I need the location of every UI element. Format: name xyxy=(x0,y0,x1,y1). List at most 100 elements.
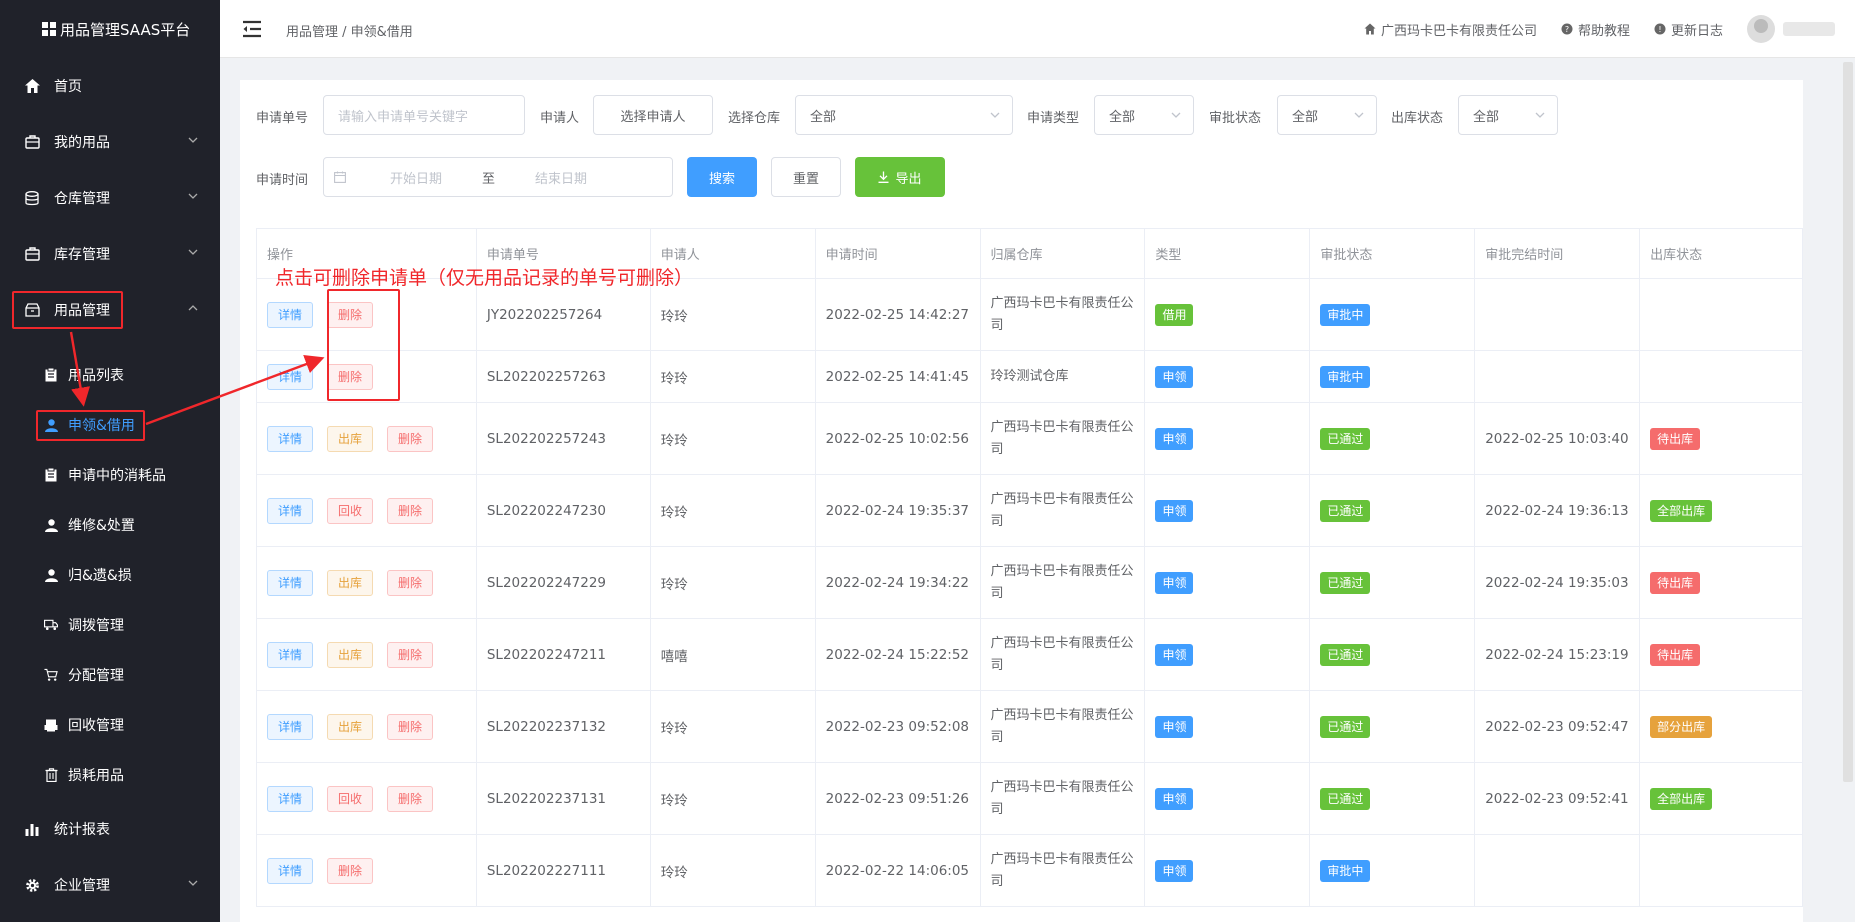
approval-status-tag: 已通过 xyxy=(1320,571,1371,594)
reset-button[interactable]: 重置 xyxy=(771,157,841,197)
date-range-picker[interactable]: 开始日期 至 结束日期 xyxy=(323,157,673,197)
actions-cell: 详情 出库 删除 xyxy=(257,403,477,474)
sidebar: 用品管理SAAS平台 首页 我的用品 仓库管理 库存管理 用品管理 用品列表 申… xyxy=(0,0,220,922)
application-no: SL202202247211 xyxy=(477,619,651,690)
outbound-button[interactable]: 出库 xyxy=(327,569,374,596)
select-value: 全部 xyxy=(810,109,837,125)
end-date-input[interactable]: 结束日期 xyxy=(535,168,587,187)
recycle-button[interactable]: 回收 xyxy=(327,497,374,524)
detail-button[interactable]: 详情 xyxy=(267,497,314,524)
type-tag: 申领 xyxy=(1155,715,1194,738)
approval-status-tag: 已通过 xyxy=(1320,787,1371,810)
menu-inventory[interactable]: 库存管理 xyxy=(0,234,220,274)
menu-label: 企业管理 xyxy=(54,878,110,894)
page-scrollbar[interactable] xyxy=(1843,62,1853,782)
menu-fold-icon[interactable] xyxy=(242,20,262,38)
chevron-down-icon xyxy=(990,112,1000,118)
submenu-label: 用品列表 xyxy=(68,368,124,384)
submenu-repair-disposal[interactable]: 维修&处置 xyxy=(0,507,220,543)
delete-button[interactable]: 删除 xyxy=(387,497,434,524)
warehouse: 广西玛卡巴卡有限责任公司 xyxy=(981,619,1146,690)
delete-button[interactable]: 删除 xyxy=(327,363,374,390)
delete-button[interactable]: 删除 xyxy=(327,857,374,884)
warehouse-select[interactable]: 全部 xyxy=(795,95,1013,135)
approval-done-time: 2022-02-23 09:52:47 xyxy=(1475,691,1641,762)
outbound-button[interactable]: 出库 xyxy=(327,713,374,740)
export-button[interactable]: 导出 xyxy=(855,157,945,197)
select-applicant-button[interactable]: 选择申请人 xyxy=(593,95,713,135)
submenu-worn-items[interactable]: 损耗用品 xyxy=(0,757,220,793)
submenu-return-loss[interactable]: 归&遗&损 xyxy=(0,557,220,593)
changelog-link[interactable]: ! 更新日志 xyxy=(1654,20,1723,39)
detail-button[interactable]: 详情 xyxy=(267,301,314,328)
applicant: 玲玲 xyxy=(651,403,816,474)
username-blurred[interactable] xyxy=(1783,22,1835,36)
table-row: 详情 出库 删除 SL202202237132 玲玲 2022-02-23 09:52:0… xyxy=(257,691,1803,763)
menu-statistics[interactable]: 统计报表 xyxy=(0,809,220,849)
outbound-cell: 待出库 xyxy=(1640,403,1803,474)
submenu-pending-consumables[interactable]: 申请中的消耗品 xyxy=(0,457,220,493)
delete-button[interactable]: 删除 xyxy=(387,713,434,740)
filter-label: 审批状态 xyxy=(1209,111,1262,126)
delete-button[interactable]: 删除 xyxy=(387,641,434,668)
approval-cell: 已通过 xyxy=(1310,691,1476,762)
menu-label: 我的用品 xyxy=(54,135,110,151)
actions-cell: 详情 删除 xyxy=(257,351,477,402)
delete-button[interactable]: 删除 xyxy=(387,425,434,452)
table-row: 详情 出库 删除 SL202202257243 玲玲 2022-02-25 10:02:5… xyxy=(257,403,1803,475)
approval-status-select[interactable]: 全部 xyxy=(1277,95,1377,135)
approval-done-time: 2022-02-23 09:52:41 xyxy=(1475,763,1641,834)
submenu-item-list[interactable]: 用品列表 xyxy=(0,357,220,393)
recycle-button[interactable]: 回收 xyxy=(327,785,374,812)
menu-home[interactable]: 首页 xyxy=(0,66,220,106)
search-button[interactable]: 搜索 xyxy=(687,157,757,197)
submenu-apply-borrow[interactable]: 申领&借用 xyxy=(0,407,220,443)
detail-button[interactable]: 详情 xyxy=(267,363,314,390)
approval-done-time: 2022-02-25 10:03:40 xyxy=(1475,403,1641,474)
clipboard-icon xyxy=(44,468,58,482)
outbound-button[interactable]: 出库 xyxy=(327,641,374,668)
delete-button[interactable]: 删除 xyxy=(387,785,434,812)
submenu-label: 损耗用品 xyxy=(68,768,124,784)
outbound-status-tag: 待出库 xyxy=(1650,427,1701,450)
menu-warehouse[interactable]: 仓库管理 xyxy=(0,178,220,218)
delete-button[interactable]: 删除 xyxy=(387,569,434,596)
avatar[interactable] xyxy=(1747,15,1775,43)
warehouse: 广西玛卡巴卡有限责任公司 xyxy=(981,763,1146,834)
menu-item-management[interactable]: 用品管理 xyxy=(0,290,220,330)
outbound-button[interactable]: 出库 xyxy=(327,425,374,452)
detail-button[interactable]: 详情 xyxy=(267,857,314,884)
start-date-input[interactable]: 开始日期 xyxy=(390,168,442,187)
detail-button[interactable]: 详情 xyxy=(267,785,314,812)
brand: 用品管理SAAS平台 xyxy=(0,0,220,58)
menu-my-items[interactable]: 我的用品 xyxy=(0,122,220,162)
submenu-recycle[interactable]: 回收管理 xyxy=(0,707,220,743)
outbound-status-select[interactable]: 全部 xyxy=(1458,95,1558,135)
column-header: 归属仓库 xyxy=(981,229,1146,278)
detail-button[interactable]: 详情 xyxy=(267,713,314,740)
apply-time: 2022-02-23 09:51:26 xyxy=(816,763,981,834)
company-link[interactable]: 广西玛卡巴卡有限责任公司 xyxy=(1364,20,1537,39)
apply-type-select[interactable]: 全部 xyxy=(1094,95,1194,135)
submenu-allocation[interactable]: 分配管理 xyxy=(0,657,220,693)
approval-done-time: 2022-02-24 19:35:03 xyxy=(1475,547,1641,618)
actions-cell: 详情 回收 删除 xyxy=(257,763,477,834)
outbound-status-tag: 待出库 xyxy=(1650,643,1701,666)
help-label: 帮助教程 xyxy=(1577,23,1630,39)
application-no-input[interactable]: 请输入申请单号关键字 xyxy=(323,95,525,135)
info-circle-icon: ! xyxy=(1654,23,1666,35)
help-link[interactable]: ? 帮助教程 xyxy=(1561,20,1630,39)
menu-enterprise[interactable]: 企业管理 xyxy=(0,865,220,905)
detail-button[interactable]: 详情 xyxy=(267,425,314,452)
detail-button[interactable]: 详情 xyxy=(267,569,314,596)
type-tag: 申领 xyxy=(1155,787,1194,810)
submenu-transfer[interactable]: 调拨管理 xyxy=(0,607,220,643)
box-icon xyxy=(24,302,40,318)
applicant: 玲玲 xyxy=(651,547,816,618)
detail-button[interactable]: 详情 xyxy=(267,641,314,668)
annotation-text: 点击可删除申请单（仅无用品记录的单号可删除） xyxy=(275,267,694,289)
apply-time: 2022-02-25 10:02:56 xyxy=(816,403,981,474)
approval-cell: 审批中 xyxy=(1310,351,1476,402)
application-no: SL202202247230 xyxy=(477,475,651,546)
delete-button[interactable]: 删除 xyxy=(327,301,374,328)
